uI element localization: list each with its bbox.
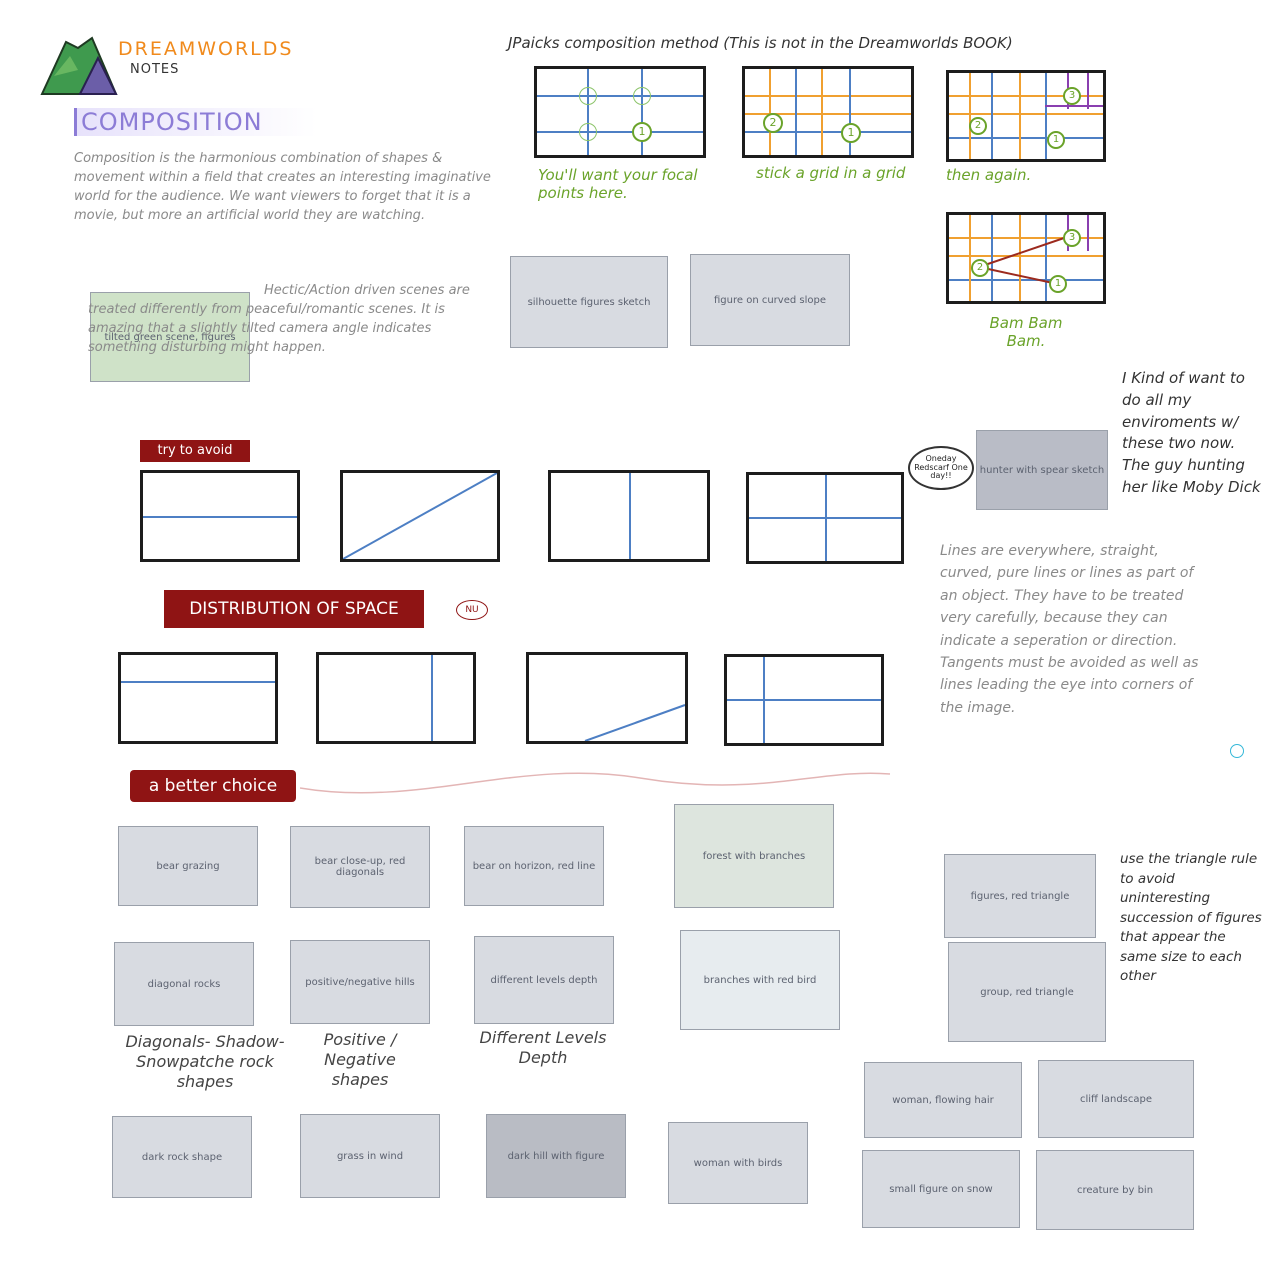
hectic-text: Hectic/Action driven scenes are treated … bbox=[88, 283, 470, 355]
jpaicks-title: JPaicks composition method (This is not … bbox=[508, 34, 1013, 52]
focal-point-2: 2 bbox=[971, 259, 989, 277]
caption-different-levels: Different Levels Depth bbox=[479, 1028, 607, 1067]
caption-grid-in-grid: stick a grid in a grid bbox=[756, 164, 906, 182]
better-frame-offset-cross bbox=[724, 654, 884, 746]
focal-point-1: 1 bbox=[1049, 275, 1067, 293]
sketch-grass-wind: grass in wind bbox=[300, 1114, 440, 1198]
sketch-bear-closeup: bear close-up, red diagonals bbox=[290, 826, 430, 908]
right-note: I Kind of want to do all my enviroments … bbox=[1122, 369, 1261, 496]
sketch-bear-horizon: bear on horizon, red line bbox=[464, 826, 604, 906]
nu-label: NU bbox=[456, 600, 488, 620]
better-frame-top-third bbox=[118, 652, 278, 744]
triangle-note: use the triangle rule to avoid uninteres… bbox=[1120, 851, 1262, 985]
sketch-triangle-rule-1: figures, red triangle bbox=[944, 854, 1096, 938]
sketch-figure-on-slope: figure on curved slope bbox=[690, 254, 850, 346]
sketch-dark-hill-figure: dark hill with figure bbox=[486, 1114, 626, 1198]
grid-frame-bam: 2 3 1 bbox=[946, 212, 1106, 304]
sketch-diagonals-rocks: diagonal rocks bbox=[114, 942, 254, 1026]
sketch-cliff: cliff landscape bbox=[1038, 1060, 1194, 1138]
grid-frame-grid-in-grid: 2 1 bbox=[742, 66, 914, 158]
sketch-small-figure-snow: small figure on snow bbox=[862, 1150, 1020, 1228]
distribution-of-space-label: DISTRIBUTION OF SPACE bbox=[164, 590, 424, 628]
focal-point-1: 1 bbox=[841, 123, 861, 143]
intro-text: Composition is the harmonious combinatio… bbox=[74, 151, 491, 223]
focal-point-2: 2 bbox=[969, 117, 987, 135]
try-to-avoid-label: try to avoid bbox=[140, 440, 250, 462]
sketch-creature-bins: creature by bin bbox=[1036, 1150, 1194, 1230]
decorative-swoosh bbox=[300, 772, 891, 794]
better-choice-label: a better choice bbox=[130, 770, 296, 802]
avoid-frame-center-horizontal bbox=[140, 470, 300, 562]
mountain-icon bbox=[40, 36, 118, 95]
sketch-positive-negative: positive/negative hills bbox=[290, 940, 430, 1024]
app-subtitle: NOTES bbox=[130, 62, 180, 77]
focal-point-2: 2 bbox=[763, 113, 783, 133]
sketch-bear-grazing: bear grazing bbox=[118, 826, 258, 906]
caption-bam: Bam Bam Bam. bbox=[989, 314, 1063, 350]
focal-point-1: 1 bbox=[632, 122, 652, 142]
avoid-frame-center-cross bbox=[746, 472, 904, 564]
sketch-different-levels: different levels depth bbox=[474, 936, 614, 1024]
caption-diagonals: Diagonals- Shadow- Snowpatche rock shape… bbox=[125, 1032, 285, 1091]
avoid-frame-diagonal bbox=[340, 470, 500, 562]
focal-point-3: 3 bbox=[1063, 87, 1081, 105]
speech-bubble-text: Oneday Redscarf One day!! bbox=[914, 453, 968, 481]
caption-focal: You'll want your focal points here. bbox=[538, 166, 698, 202]
focal-point-3: 3 bbox=[1063, 229, 1081, 247]
sketch-hunter-with-spear: hunter with spear sketch bbox=[976, 430, 1108, 510]
composition-heading: COMPOSITION bbox=[74, 108, 317, 136]
sketch-woman-birds: woman with birds bbox=[668, 1122, 808, 1204]
sketch-forest-branches: forest with branches bbox=[674, 804, 834, 908]
sketch-triangle-rule-2: group, red triangle bbox=[948, 942, 1106, 1042]
cursor-circle-icon bbox=[1230, 744, 1244, 758]
grid-frame-again: 2 3 1 bbox=[946, 70, 1106, 162]
logo bbox=[40, 36, 118, 96]
sketch-woman-hair-red-eye: woman, flowing hair bbox=[864, 1062, 1022, 1138]
caption-positive-negative: Positive / Negative shapes bbox=[323, 1030, 397, 1089]
sketch-silhouette-figures: silhouette figures sketch bbox=[510, 256, 668, 348]
caption-again: then again. bbox=[946, 166, 1032, 184]
focal-point-1: 1 bbox=[1047, 131, 1065, 149]
better-frame-right-third bbox=[316, 652, 476, 744]
better-frame-low-diagonal bbox=[526, 652, 688, 744]
sketch-dark-rock-figure: dark rock shape bbox=[112, 1116, 252, 1198]
app-title: DREAMWORLDS bbox=[118, 38, 294, 60]
lines-note: Lines are everywhere, straight, curved, … bbox=[940, 543, 1199, 716]
sketch-branches-red-bird: branches with red bird bbox=[680, 930, 840, 1030]
avoid-frame-center-vertical bbox=[548, 470, 710, 562]
grid-frame-focal: 1 bbox=[534, 66, 706, 158]
speech-bubble: Oneday Redscarf One day!! bbox=[908, 446, 974, 490]
